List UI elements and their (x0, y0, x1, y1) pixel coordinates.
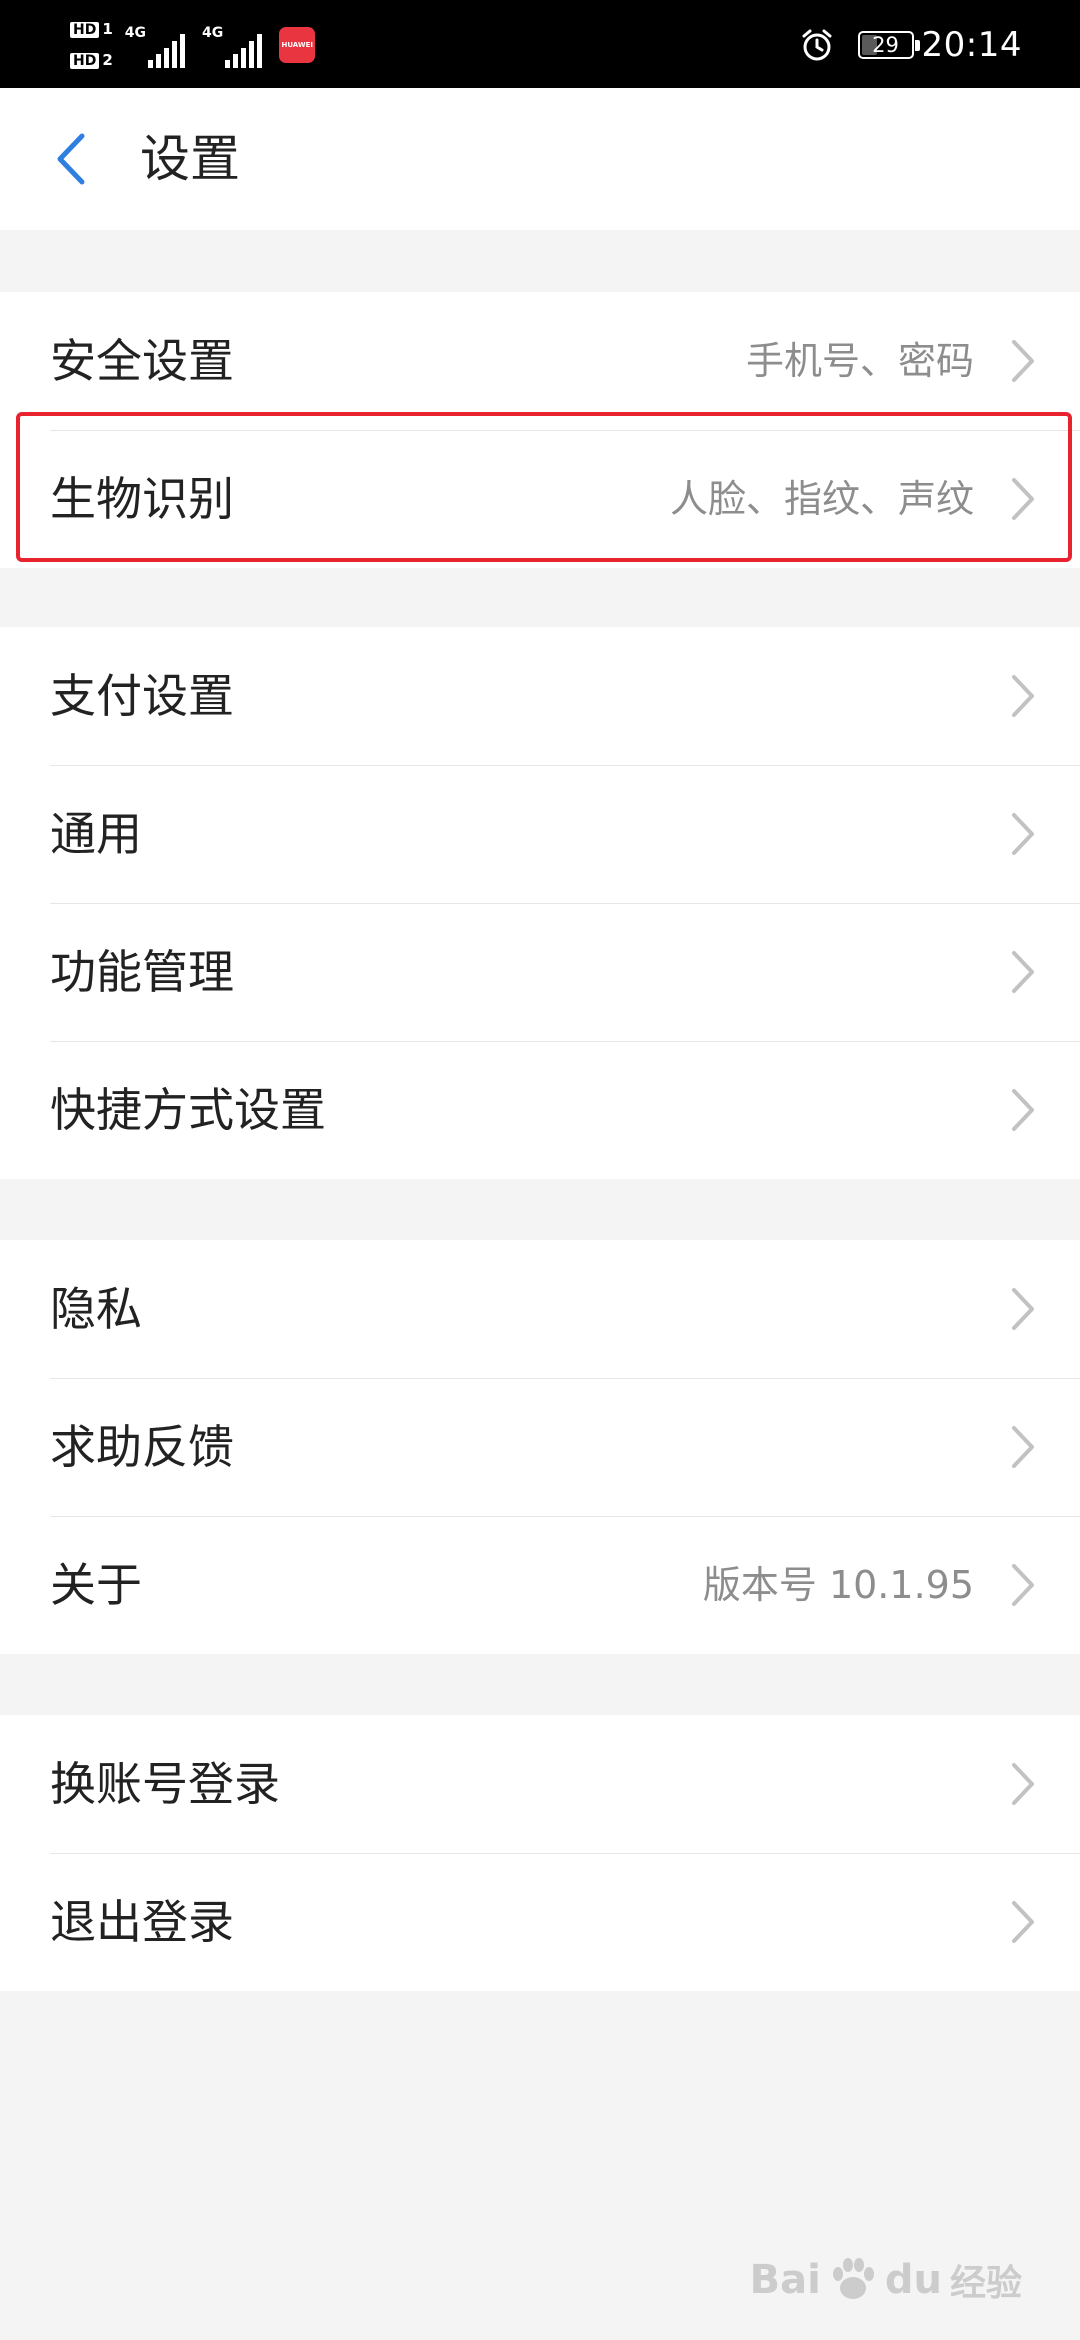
settings-group-login: 换账号登录 退出登录 (0, 1715, 1080, 1991)
item-label: 支付设置 (50, 669, 234, 723)
watermark-brand-left: Bai (749, 2257, 821, 2303)
settings-item-logout[interactable]: 退出登录 (0, 1853, 1080, 1991)
alarm-clock-icon (802, 29, 832, 61)
chevron-right-icon (1012, 951, 1034, 993)
settings-item-about[interactable]: 关于 版本号 10.1.95 (0, 1516, 1080, 1654)
watermark-suffix: 经验 (949, 2263, 1022, 2304)
settings-item-shortcuts[interactable]: 快捷方式设置 (0, 1041, 1080, 1179)
network-type-1: 4G (124, 25, 147, 41)
battery-level: 29 (872, 33, 899, 57)
settings-item-switch-account[interactable]: 换账号登录 (0, 1715, 1080, 1853)
baidu-jingyan-watermark: Bai du 经验 (750, 2252, 1022, 2308)
sim2-indicator: HD 2 (70, 48, 113, 73)
back-arrow-icon[interactable] (40, 124, 110, 194)
settings-item-features[interactable]: 功能管理 (0, 903, 1080, 1041)
status-right: 29 20:14 (800, 14, 1022, 76)
paw-icon (832, 2258, 874, 2299)
sim1-index: 1 (102, 20, 113, 38)
page-title: 设置 (140, 130, 240, 188)
settings-item-payment[interactable]: 支付设置 (0, 627, 1080, 765)
signal-2: 4G (202, 22, 265, 68)
settings-item-biometrics[interactable]: 生物识别 人脸、指纹、声纹 (0, 430, 1080, 568)
chevron-right-icon (1012, 1089, 1034, 1131)
item-label: 求助反馈 (50, 1420, 234, 1474)
chevron-right-icon (1012, 1288, 1034, 1330)
settings-item-general[interactable]: 通用 (0, 765, 1080, 903)
sim2-index: 2 (102, 51, 113, 69)
item-label: 换账号登录 (50, 1757, 280, 1811)
signal-1: 4G (125, 22, 188, 68)
settings-item-feedback[interactable]: 求助反馈 (0, 1378, 1080, 1516)
chevron-right-icon (1012, 340, 1034, 382)
sim2-hd-label: HD (70, 53, 100, 69)
item-label: 功能管理 (50, 945, 234, 999)
sim1-indicator: HD 1 (70, 17, 113, 42)
network-type-2: 4G (202, 25, 224, 41)
item-label: 快捷方式设置 (50, 1083, 326, 1137)
app-header: 设置 (0, 88, 1080, 230)
settings-group-general: 支付设置 通用 功能管理 快捷方式设置 (0, 627, 1080, 1179)
settings-group-account: 安全设置 手机号、密码 生物识别 人脸、指纹、声纹 (0, 292, 1080, 568)
watermark-brand-right: du (884, 2257, 942, 2303)
version-value: 版本号 10.1.95 (702, 1563, 974, 1607)
settings-group-help: 隐私 求助反馈 关于 版本号 10.1.95 (0, 1240, 1080, 1654)
item-value: 人脸、指纹、声纹 (669, 477, 974, 521)
item-label: 安全设置 (50, 334, 234, 388)
status-left: HD 1 HD 2 4G 4G HUAWEI (70, 14, 316, 76)
item-label: 隐私 (50, 1282, 142, 1336)
chevron-right-icon (1012, 675, 1034, 717)
signal-bars-icon (225, 34, 265, 68)
chevron-right-icon (1012, 1426, 1034, 1468)
chevron-right-icon (1012, 813, 1034, 855)
item-value: 手机号、密码 (745, 339, 974, 383)
chevron-right-icon (1012, 1564, 1034, 1606)
item-label: 关于 (50, 1558, 142, 1612)
settings-item-security[interactable]: 安全设置 手机号、密码 (0, 292, 1080, 430)
huawei-app-icon: HUAWEI (279, 27, 316, 63)
status-time: 20:14 (921, 25, 1022, 65)
signal-bars-icon (148, 34, 188, 68)
chevron-right-icon (1012, 1901, 1034, 1943)
item-label: 通用 (50, 807, 142, 861)
item-label: 退出登录 (50, 1895, 234, 1949)
chevron-right-icon (1012, 478, 1034, 520)
sim-indicators: HD 1 HD 2 (70, 17, 113, 73)
item-label: 生物识别 (50, 472, 234, 526)
settings-item-privacy[interactable]: 隐私 (0, 1240, 1080, 1378)
sim1-hd-label: HD (70, 22, 100, 38)
status-bar: HD 1 HD 2 4G 4G HUAWEI 29 20:14 (0, 0, 1080, 88)
battery-icon: 29 (857, 31, 920, 59)
chevron-right-icon (1012, 1763, 1034, 1805)
